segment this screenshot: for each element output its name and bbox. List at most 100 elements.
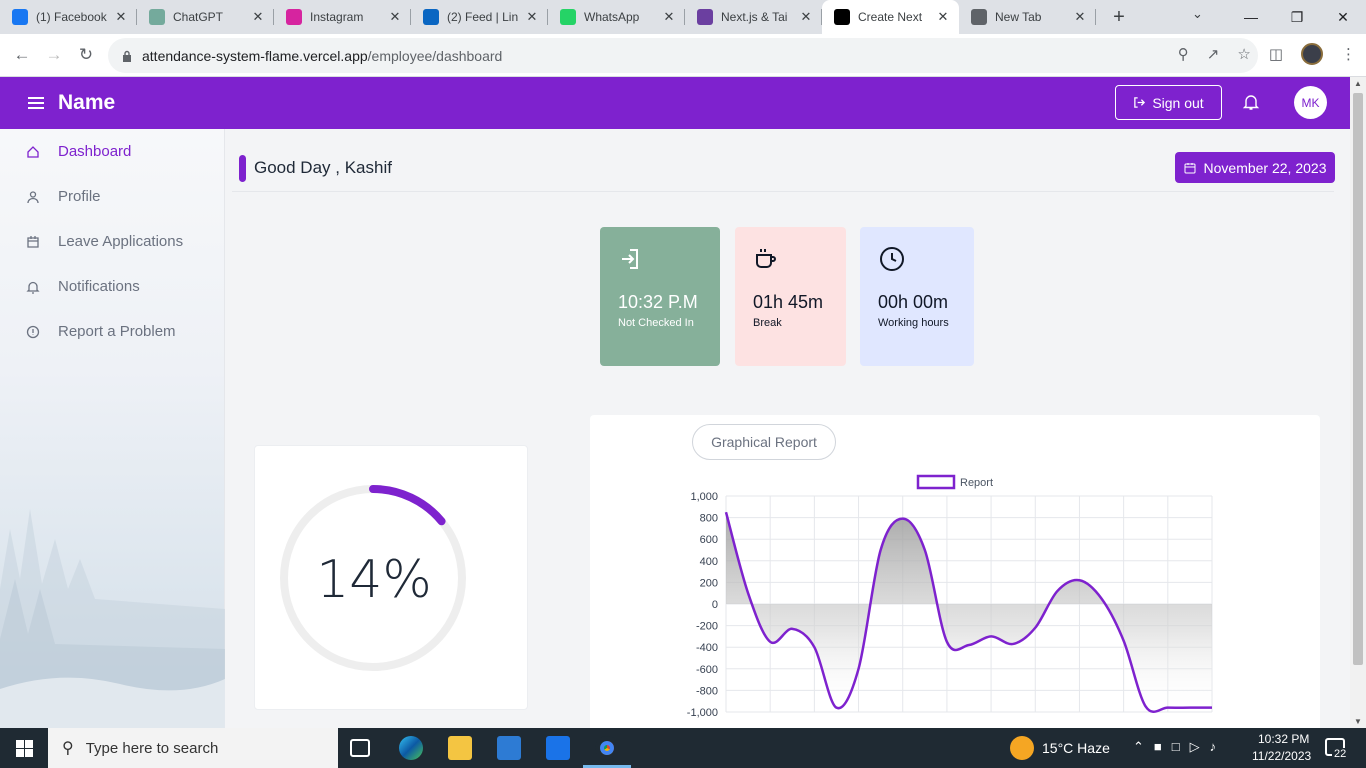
browser-tab-strip: (1) Facebook ✕ ChatGPT ✕ Instagram ✕ (2) Feed … xyxy=(0,0,1366,34)
search-icon: ⚲ xyxy=(62,740,74,757)
sidebar-item-leave-applications[interactable]: Leave Applications xyxy=(26,233,183,250)
y-tick-label: 600 xyxy=(700,534,718,546)
url-path: /employee/dashboard xyxy=(367,47,503,64)
weather-text[interactable]: 15°C Haze xyxy=(1042,740,1110,756)
hamburger-menu-icon[interactable] xyxy=(28,94,44,112)
address-bar[interactable]: attendance-system-flame.vercel.app/emplo… xyxy=(108,38,1258,73)
share-icon[interactable]: ↗ xyxy=(1207,45,1220,63)
user-icon xyxy=(27,190,39,203)
clock-date[interactable]: 11/22/2023 xyxy=(1252,749,1311,763)
minimize-button[interactable]: — xyxy=(1228,0,1274,34)
windows-start-icon[interactable] xyxy=(16,740,33,757)
y-tick-label: 1,000 xyxy=(690,491,718,503)
browser-toolbar: ← → ↻ attendance-system-flame.vercel.app… xyxy=(0,34,1366,77)
page-scrollbar[interactable]: ▲ ▼ xyxy=(1350,77,1366,728)
reload-icon[interactable]: ↻ xyxy=(70,45,102,65)
browser-tab[interactable]: Instagram ✕ xyxy=(274,0,411,34)
scroll-up-icon[interactable]: ▲ xyxy=(1354,79,1362,88)
edge-icon[interactable] xyxy=(399,736,423,760)
clock-time[interactable]: 10:32 PM xyxy=(1258,732,1309,746)
browser-tab[interactable]: ChatGPT ✕ xyxy=(137,0,274,34)
tab-close-icon[interactable]: ✕ xyxy=(524,9,540,25)
tab-close-icon[interactable]: ✕ xyxy=(661,9,677,25)
browser-tab[interactable]: (2) Feed | Lin ✕ xyxy=(411,0,548,34)
sidebar-item-profile[interactable]: Profile xyxy=(26,188,101,205)
tab-search-chevron-icon[interactable]: ⌄ xyxy=(1192,6,1203,22)
linkedin-icon xyxy=(423,9,439,25)
tab-close-icon[interactable]: ✕ xyxy=(113,9,129,25)
app-header: Name Sign out MK xyxy=(0,77,1350,129)
file-explorer-icon[interactable] xyxy=(448,736,472,760)
stat-value: 01h 45m xyxy=(753,292,824,312)
stat-label: Working hours xyxy=(878,317,949,329)
y-tick-label: -400 xyxy=(696,642,718,654)
sidebar-item-label: Report a Problem xyxy=(58,323,176,340)
tray-icons[interactable]: ⌃■□▷♪ xyxy=(1133,739,1226,755)
mail-icon[interactable] xyxy=(546,736,570,760)
tab-title: (1) Facebook xyxy=(36,10,107,24)
browser-tab[interactable]: New Tab ✕ xyxy=(959,0,1096,34)
sidebar-item-report-a-problem[interactable]: Report a Problem xyxy=(26,323,176,340)
microsoft-store-icon[interactable] xyxy=(497,736,521,760)
stat-value: 10:32 P.M xyxy=(618,292,698,312)
greeting-text: Good Day , Kashif xyxy=(254,158,392,177)
sign-out-label: Sign out xyxy=(1152,94,1204,111)
close-window-button[interactable]: ✕ xyxy=(1320,0,1366,34)
chatgpt-icon xyxy=(149,9,165,25)
y-tick-label: 800 xyxy=(700,513,718,525)
tab-close-icon[interactable]: ✕ xyxy=(1072,9,1088,25)
profile-avatar[interactable] xyxy=(1301,43,1323,65)
tab-close-icon[interactable]: ✕ xyxy=(798,9,814,25)
bell-icon xyxy=(26,281,40,294)
zoom-icon[interactable]: ⚲ xyxy=(1178,45,1189,63)
user-avatar[interactable]: MK xyxy=(1294,86,1327,119)
sidebar-item-notifications[interactable]: Notifications xyxy=(26,278,140,295)
browser-tab[interactable]: WhatsApp ✕ xyxy=(548,0,685,34)
notification-bell-icon[interactable] xyxy=(1242,93,1260,111)
browser-tab[interactable]: Create Next ✕ xyxy=(822,0,959,34)
greeting-accent-bar xyxy=(239,155,246,182)
new-tab-button[interactable]: + xyxy=(1104,6,1134,29)
facebook-icon xyxy=(12,9,28,25)
date-button[interactable]: November 22, 2023 xyxy=(1175,152,1335,183)
calendar-icon xyxy=(1184,162,1196,173)
browser-tab[interactable]: Next.js & Tai ✕ xyxy=(685,0,822,34)
chart-card: Graphical Report 1,000 800 600 400 200 0 -200-… xyxy=(590,415,1320,728)
legend-label[interactable]: Report xyxy=(960,477,993,489)
restore-button[interactable]: ❐ xyxy=(1274,0,1320,34)
date-label: November 22, 2023 xyxy=(1203,159,1327,176)
report-area: 14% Graphical Report 1,000 800 600 400 200 0-… xyxy=(232,409,1342,728)
tab-close-icon[interactable]: ✕ xyxy=(250,9,266,25)
sidebar: Dashboard Profile Leave Applications Notifi… xyxy=(0,129,225,728)
sidebar-item-label: Leave Applications xyxy=(58,233,184,250)
side-panel-icon[interactable]: ◫ xyxy=(1269,45,1283,63)
app-brand: Name xyxy=(58,91,116,114)
scroll-down-icon[interactable]: ▼ xyxy=(1354,717,1362,726)
tab-title: Next.js & Tai xyxy=(721,10,788,24)
scroll-thumb[interactable] xyxy=(1353,93,1363,665)
chrome-taskbar-icon[interactable] xyxy=(595,736,619,760)
task-view-icon[interactable] xyxy=(350,739,370,757)
chrome-icon xyxy=(971,9,987,25)
back-icon[interactable]: ← xyxy=(6,45,38,65)
forward-icon[interactable]: → xyxy=(38,45,70,65)
y-tick-label: 200 xyxy=(700,577,718,589)
window-controls: — ❐ ✕ xyxy=(1228,0,1366,34)
login-icon xyxy=(622,249,638,269)
forest-background-illustration xyxy=(0,509,225,728)
sidebar-item-dashboard[interactable]: Dashboard xyxy=(26,143,131,160)
stat-card-working-hours: 00h 00m Working hours xyxy=(860,227,974,366)
tab-close-icon[interactable]: ✕ xyxy=(935,9,951,25)
tab-title: ChatGPT xyxy=(173,10,224,24)
browser-tab[interactable]: (1) Facebook ✕ xyxy=(0,0,137,34)
y-tick-label: -200 xyxy=(696,621,718,633)
taskbar-search[interactable]: ⚲ Type here to search xyxy=(48,728,338,768)
sidebar-item-label: Notifications xyxy=(58,278,140,295)
menu-kebab-icon[interactable]: ⋮ xyxy=(1341,45,1356,63)
sign-out-button[interactable]: Sign out xyxy=(1115,85,1222,120)
tab-close-icon[interactable]: ✕ xyxy=(387,9,403,25)
tab-title: WhatsApp xyxy=(584,10,640,24)
bookmark-star-icon[interactable]: ☆ xyxy=(1237,45,1250,63)
legend-swatch[interactable] xyxy=(916,474,956,490)
series-area-report xyxy=(726,512,1212,712)
